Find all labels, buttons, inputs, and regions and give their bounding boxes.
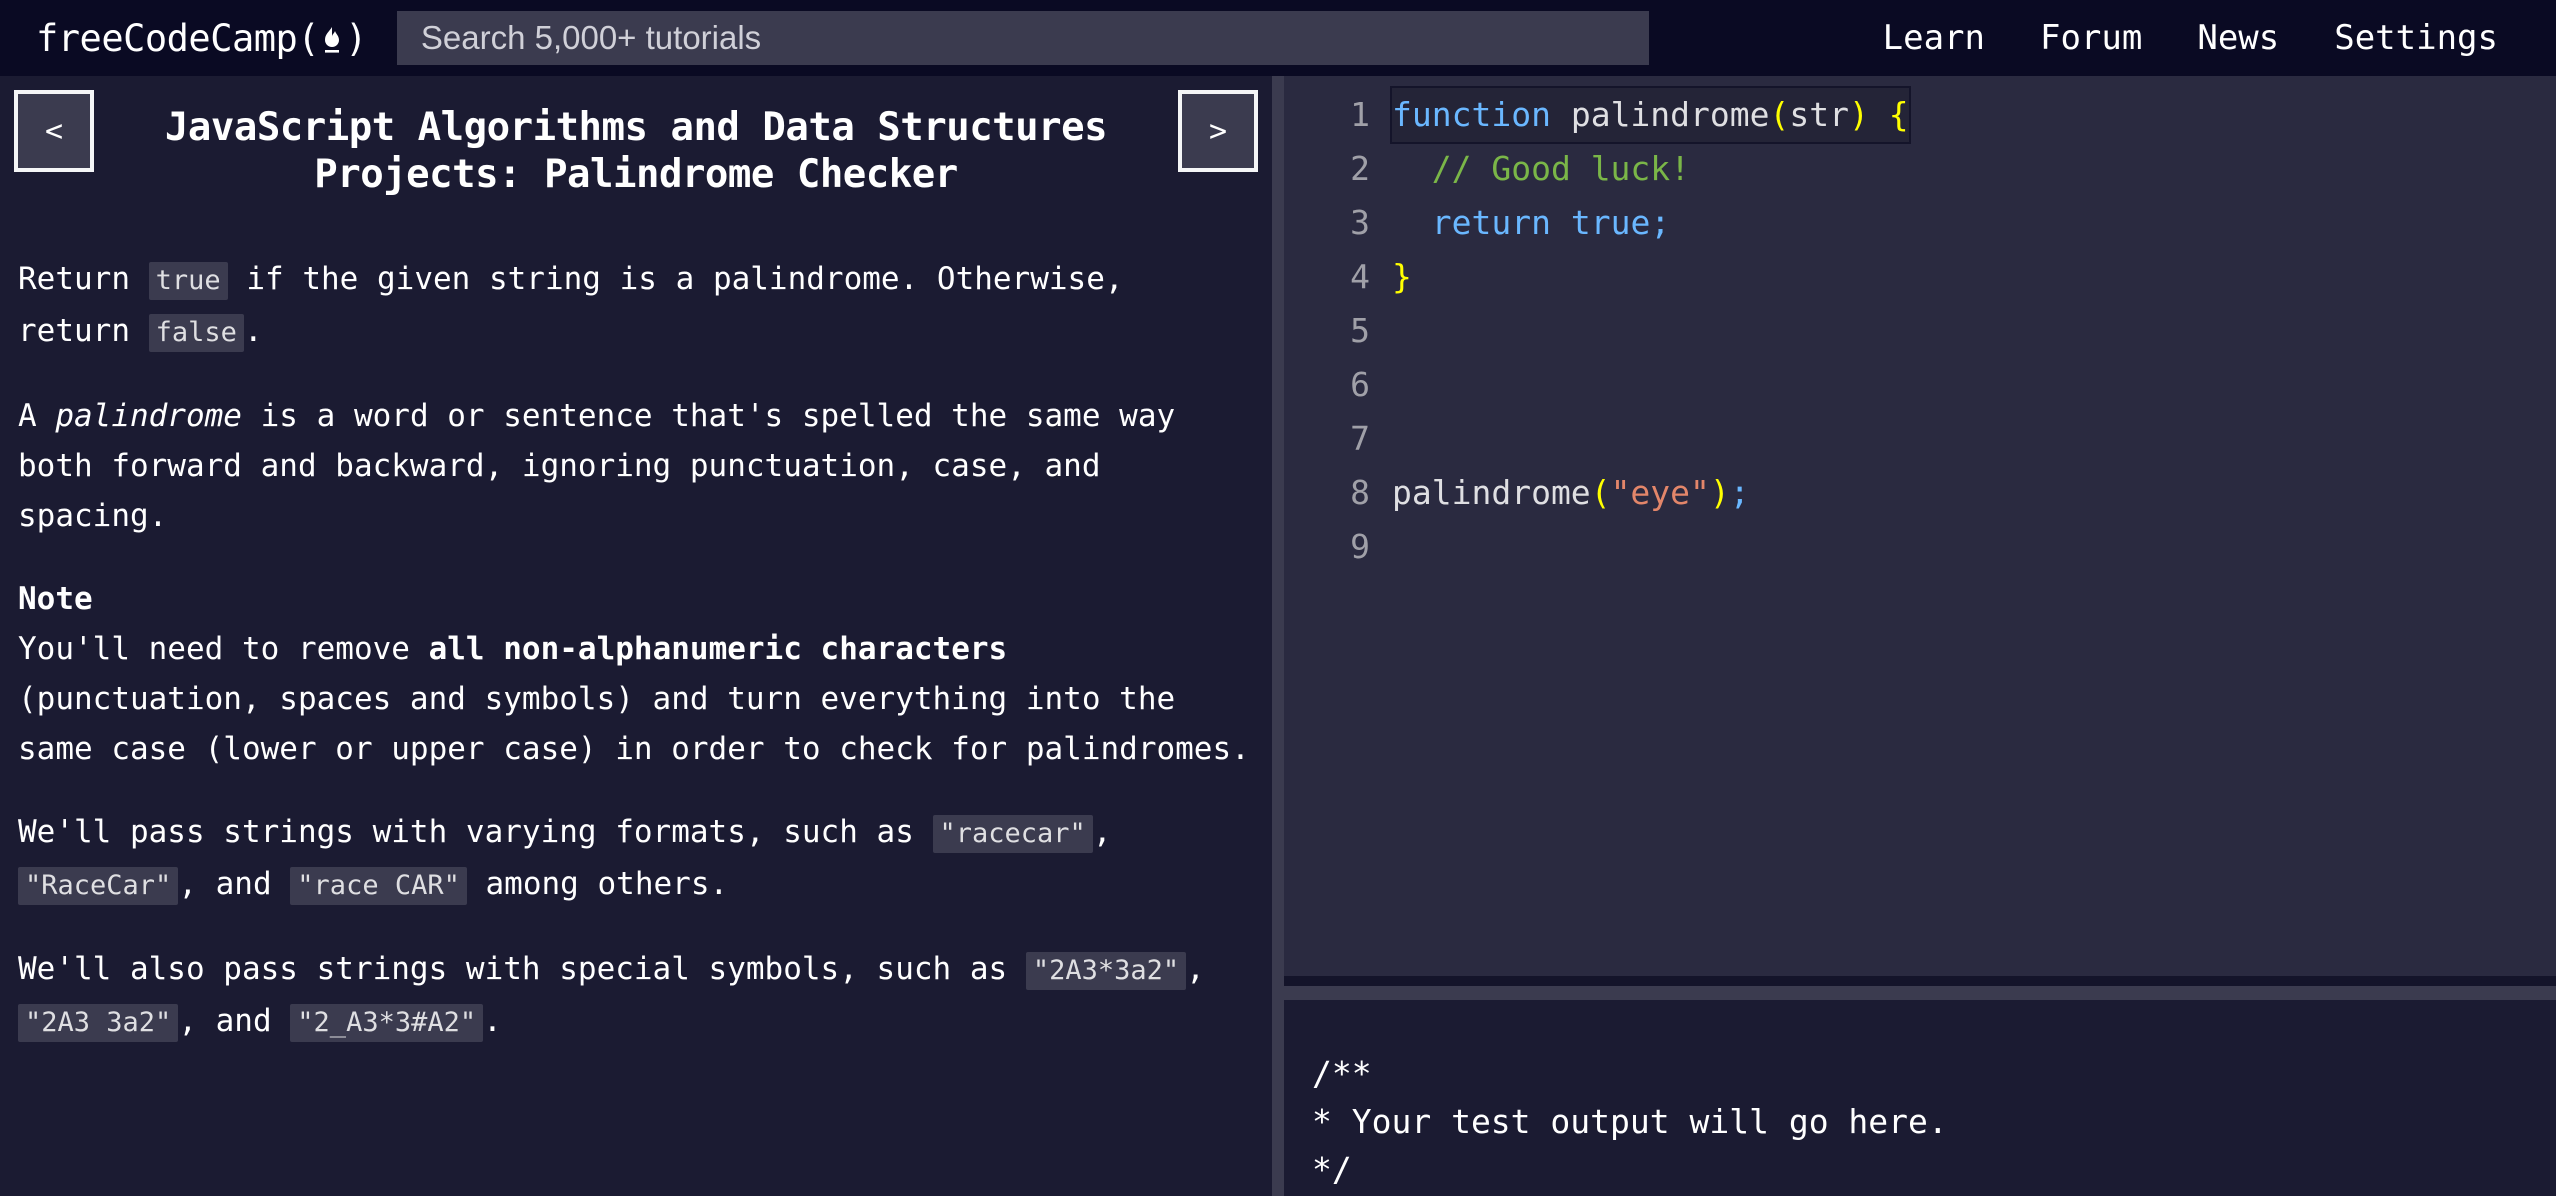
emphasis-palindrome: palindrome [55, 398, 242, 434]
inline-code-racecar-mixedcase: "RaceCar" [18, 867, 179, 905]
code-line[interactable]: 5 [1284, 304, 2556, 358]
flame-icon [319, 17, 345, 60]
challenge-instructions-panel: < JavaScript Algorithms and Data Structu… [0, 76, 1272, 1196]
code-line-content[interactable]: palindrome("eye"); [1392, 466, 1750, 520]
editor-bottom-border [1284, 976, 2556, 986]
nav-item-learn[interactable]: Learn [1883, 18, 1985, 58]
line-number: 3 [1350, 203, 1370, 242]
code-token: function [1392, 95, 1551, 134]
code-line[interactable]: 2 // Good luck! [1284, 142, 2556, 196]
code-editor[interactable]: 1 function palindrome(str) {2 // Good luc… [1284, 76, 2556, 976]
previous-challenge-button[interactable]: < [14, 90, 94, 172]
freecodecamp-logo[interactable]: freeCodeCamp() [36, 17, 367, 60]
next-challenge-button[interactable]: > [1178, 90, 1258, 172]
code-line[interactable]: 9 [1284, 520, 2556, 574]
editor-column: 1 function palindrome(str) {2 // Good luc… [1284, 76, 2556, 1196]
code-line-content[interactable]: } [1392, 250, 1412, 304]
logo-wordmark: freeCodeCamp [36, 16, 298, 60]
line-number: 6 [1350, 365, 1370, 404]
line-number: 8 [1350, 473, 1370, 512]
inline-code-race-car-spaced: "race CAR" [290, 867, 467, 905]
nav-item-settings[interactable]: Settings [2334, 18, 2498, 58]
inline-code-symbol-3: "2_A3*3#A2" [290, 1004, 484, 1042]
search-box[interactable] [396, 10, 1649, 66]
panel-resize-handle-vertical[interactable] [1272, 76, 1284, 1196]
code-line-content[interactable]: // Good luck! [1392, 142, 1690, 196]
code-token: return [1431, 203, 1551, 242]
workspace: < JavaScript Algorithms and Data Structu… [0, 76, 2556, 1196]
code-line[interactable]: 8 palindrome("eye"); [1284, 466, 2556, 520]
nav-item-news[interactable]: News [2197, 18, 2279, 58]
line-number: 4 [1350, 257, 1370, 296]
panel-resize-handle-horizontal[interactable] [1284, 986, 2556, 1000]
inline-code-racecar: "racecar" [932, 815, 1093, 853]
p4-text-d: among others. [466, 866, 729, 902]
p5-text-c: , and [178, 1003, 291, 1039]
code-token: str [1789, 95, 1849, 134]
top-navbar: freeCodeCamp() Learn Forum News Settings [0, 0, 2556, 76]
code-token: true [1570, 203, 1651, 242]
challenge-title: JavaScript Algorithms and Data Structure… [164, 105, 1108, 197]
challenge-description: Return true if the given string is a pal… [14, 254, 1258, 1048]
code-line[interactable]: 4} [1284, 250, 2556, 304]
p3-text-b: (punctuation, spaces and symbols) and tu… [18, 681, 1250, 767]
logo-open-paren: ( [297, 16, 320, 60]
p4-text-c: , and [178, 866, 291, 902]
code-token: } [1392, 257, 1412, 296]
code-token: ; [1650, 203, 1671, 242]
line-number: 5 [1350, 311, 1370, 350]
inline-code-symbol-1: "2A3*3a2" [1025, 952, 1187, 990]
inline-code-symbol-2: "2A3 3a2" [18, 1004, 179, 1042]
code-token: ( [1769, 95, 1790, 134]
strong-non-alphanumeric: all non-alphanumeric characters [428, 631, 1008, 667]
code-token: palindrome [1392, 473, 1591, 512]
nav-item-forum[interactable]: Forum [2040, 18, 2142, 58]
main-nav: Learn Forum News Settings [1883, 18, 2520, 58]
line-number: 9 [1350, 527, 1370, 566]
challenge-header: < JavaScript Algorithms and Data Structu… [14, 76, 1258, 198]
p4-text-b: , [1092, 814, 1112, 850]
p1-text-a: Return [18, 261, 149, 297]
code-line-content[interactable]: return true; [1392, 196, 1670, 250]
p4-text-a: We'll pass strings with varying formats,… [18, 814, 933, 850]
logo-close-paren: ) [345, 16, 367, 60]
code-line[interactable]: 3 return true; [1284, 196, 2556, 250]
description-paragraph-2: A palindrome is a word or sentence that'… [18, 391, 1254, 541]
inline-code-true: true [148, 262, 228, 300]
code-token: palindrome [1570, 95, 1770, 134]
description-paragraph-5: We'll also pass strings with special sym… [18, 944, 1254, 1048]
description-paragraph-3: You'll need to remove all non-alphanumer… [18, 624, 1254, 774]
p5-text-d: . [483, 1003, 502, 1039]
p2-text-a: A [18, 398, 56, 434]
code-line[interactable]: 1 function palindrome(str) { [1284, 88, 2556, 142]
note-heading: Note [18, 581, 93, 617]
p1-text-c: . [243, 313, 263, 349]
code-token: ) [1849, 95, 1869, 134]
code-line-content[interactable]: function palindrome(str) { [1392, 88, 1909, 142]
code-token: { [1888, 95, 1909, 134]
test-output-console: /** * Your test output will go here. */ [1284, 1000, 2556, 1196]
p5-text-b: , [1186, 951, 1205, 987]
code-token: // Good luck! [1431, 149, 1691, 188]
code-token: ( [1590, 473, 1611, 512]
code-token: ) [1709, 473, 1730, 512]
line-number: 2 [1350, 149, 1370, 188]
code-line[interactable]: 6 [1284, 358, 2556, 412]
description-paragraph-4: We'll pass strings with varying formats,… [18, 807, 1254, 911]
search-input[interactable] [418, 10, 1649, 66]
code-line[interactable]: 7 [1284, 412, 2556, 466]
code-token: ; [1729, 473, 1750, 512]
line-number: 7 [1350, 419, 1370, 458]
p5-text-a: We'll also pass strings with special sym… [18, 951, 1026, 987]
inline-code-false: false [148, 314, 244, 352]
code-token: "eye" [1610, 473, 1710, 512]
description-paragraph-1: Return true if the given string is a pal… [18, 254, 1254, 358]
p3-text-a: You'll need to remove [18, 631, 429, 667]
line-number: 1 [1350, 95, 1370, 134]
